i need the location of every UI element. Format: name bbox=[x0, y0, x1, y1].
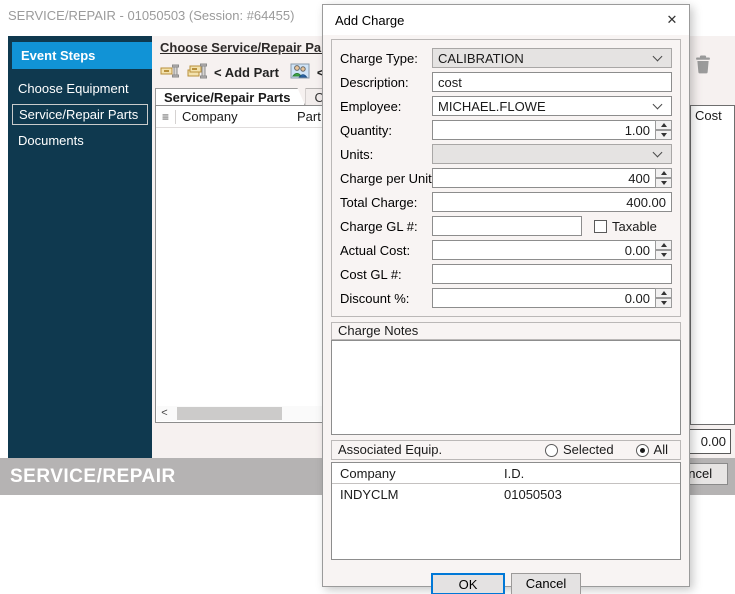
charge-per-unit-label: Charge per Unit: bbox=[340, 171, 432, 186]
event-steps-sidebar: Event Steps Choose Equipment Service/Rep… bbox=[8, 36, 152, 458]
spin-down-icon[interactable] bbox=[655, 178, 672, 188]
discount-label: Discount %: bbox=[340, 291, 432, 306]
associated-equip-table: Company I.D. INDYCLM 01050503 bbox=[331, 462, 681, 560]
spin-up-icon[interactable] bbox=[655, 288, 672, 298]
spin-down-icon[interactable] bbox=[655, 130, 672, 140]
tab-service-repair-parts[interactable]: Service/Repair Parts bbox=[155, 88, 305, 106]
add-part-button[interactable]: < Add Part bbox=[214, 65, 279, 80]
charge-notes-input[interactable] bbox=[331, 340, 681, 435]
employee-select[interactable]: MICHAEL.FLOWE bbox=[432, 96, 672, 116]
event-steps-header: Event Steps bbox=[12, 42, 152, 69]
ok-button[interactable]: OK bbox=[431, 573, 505, 594]
chevron-down-icon bbox=[653, 52, 663, 62]
cost-gl-label: Cost GL #: bbox=[340, 267, 432, 282]
cancel-button[interactable]: Cancel bbox=[511, 573, 581, 594]
spin-down-icon[interactable] bbox=[655, 250, 672, 260]
quantity-spin-buttons[interactable] bbox=[655, 120, 672, 140]
spin-up-icon[interactable] bbox=[655, 168, 672, 178]
actual-cost-stepper[interactable]: 0.00 bbox=[432, 240, 655, 260]
charge-type-label: Charge Type: bbox=[340, 51, 432, 66]
charge-type-select[interactable]: CALIBRATION bbox=[432, 48, 672, 68]
employee-label: Employee: bbox=[340, 99, 432, 114]
units-select bbox=[432, 144, 672, 164]
scroll-left-icon[interactable]: < bbox=[157, 406, 172, 421]
description-label: Description: bbox=[340, 75, 432, 90]
charge-gl-label: Charge GL #: bbox=[340, 219, 432, 234]
total-cost-field: 0.00 bbox=[683, 429, 731, 454]
units-row: Units: bbox=[340, 144, 672, 164]
cost-grid-fragment: Cost bbox=[690, 105, 735, 425]
cost-gl-row: Cost GL #: bbox=[340, 264, 672, 284]
add-charge-dialog: Add Charge ✕ Charge Type: CALIBRATION De… bbox=[322, 4, 690, 587]
discount-spin-buttons[interactable] bbox=[655, 288, 672, 308]
column-header-cost[interactable]: Cost bbox=[695, 108, 722, 123]
chevron-down-icon bbox=[653, 100, 663, 110]
window-title: SERVICE/REPAIR - 01050503 (Session: #644… bbox=[8, 8, 294, 23]
column-header-company[interactable]: Company bbox=[176, 109, 293, 124]
close-icon[interactable]: ✕ bbox=[655, 5, 689, 35]
trash-icon[interactable] bbox=[693, 54, 713, 74]
equip-column-company[interactable]: Company bbox=[332, 466, 502, 481]
discount-row: Discount %: 0.00 bbox=[340, 288, 672, 308]
equip-column-id[interactable]: I.D. bbox=[502, 466, 680, 481]
radio-circle-checked-icon[interactable] bbox=[636, 444, 649, 457]
total-charge-input[interactable]: 400.00 bbox=[432, 192, 672, 212]
discount-stepper[interactable]: 0.00 bbox=[432, 288, 655, 308]
parts-toolbar: < Add Part < A bbox=[160, 60, 337, 84]
radio-circle-icon[interactable] bbox=[545, 444, 558, 457]
employee-row: Employee: MICHAEL.FLOWE bbox=[340, 96, 672, 116]
charge-fields-group: Charge Type: CALIBRATION Description: co… bbox=[331, 39, 681, 317]
description-input[interactable]: cost bbox=[432, 72, 672, 92]
associated-equip-label: Associated Equip. bbox=[338, 441, 442, 459]
actual-cost-row: Actual Cost: 0.00 bbox=[340, 240, 672, 260]
charge-type-row: Charge Type: CALIBRATION bbox=[340, 48, 672, 68]
sidebar-item-documents[interactable]: Documents bbox=[8, 133, 152, 148]
description-row: Description: cost bbox=[340, 72, 672, 92]
equip-table-row[interactable]: INDYCLM 01050503 bbox=[332, 484, 680, 505]
equip-table-header: Company I.D. bbox=[332, 463, 680, 484]
charge-gl-row: Charge GL #: Taxable bbox=[340, 216, 672, 236]
charge-per-unit-stepper[interactable]: 400 bbox=[432, 168, 655, 188]
charge-per-unit-row: Charge per Unit: 400 bbox=[340, 168, 672, 188]
radio-all[interactable]: All bbox=[636, 441, 668, 459]
radio-selected[interactable]: Selected bbox=[545, 441, 614, 459]
quantity-label: Quantity: bbox=[340, 123, 432, 138]
footer-title: SERVICE/REPAIR bbox=[0, 466, 176, 487]
cost-gl-input[interactable] bbox=[432, 264, 672, 284]
charge-per-unit-spin-buttons[interactable] bbox=[655, 168, 672, 188]
app-root: SERVICE/REPAIR - 01050503 (Session: #644… bbox=[0, 0, 735, 594]
scrollbar-thumb[interactable] bbox=[177, 407, 282, 420]
spin-up-icon[interactable] bbox=[655, 120, 672, 130]
actual-cost-spin-buttons[interactable] bbox=[655, 240, 672, 260]
chevron-down-icon bbox=[653, 148, 663, 158]
sidebar-item-service-repair-parts[interactable]: Service/Repair Parts bbox=[12, 104, 148, 125]
units-label: Units: bbox=[340, 147, 432, 162]
total-charge-label: Total Charge: bbox=[340, 195, 432, 210]
spin-up-icon[interactable] bbox=[655, 240, 672, 250]
taxable-label: Taxable bbox=[612, 219, 657, 234]
spin-down-icon[interactable] bbox=[655, 298, 672, 308]
taxable-checkbox[interactable] bbox=[594, 220, 607, 233]
dialog-titlebar[interactable]: Add Charge ✕ bbox=[323, 5, 689, 35]
quantity-row: Quantity: 1.00 bbox=[340, 120, 672, 140]
sidebar-item-choose-equipment[interactable]: Choose Equipment bbox=[8, 81, 152, 96]
detach-part-icon[interactable] bbox=[160, 63, 180, 82]
associated-equip-header: Associated Equip. Selected All bbox=[331, 440, 681, 460]
actual-cost-label: Actual Cost: bbox=[340, 243, 432, 258]
dialog-title: Add Charge bbox=[323, 13, 404, 28]
people-icon[interactable] bbox=[290, 63, 310, 82]
attach-part-icon[interactable] bbox=[187, 63, 207, 82]
charge-gl-input[interactable] bbox=[432, 216, 582, 236]
row-selector-icon: ≡ bbox=[156, 110, 176, 124]
quantity-stepper[interactable]: 1.00 bbox=[432, 120, 655, 140]
charge-notes-header: Charge Notes bbox=[331, 322, 681, 340]
total-charge-row: Total Charge: 400.00 bbox=[340, 192, 672, 212]
